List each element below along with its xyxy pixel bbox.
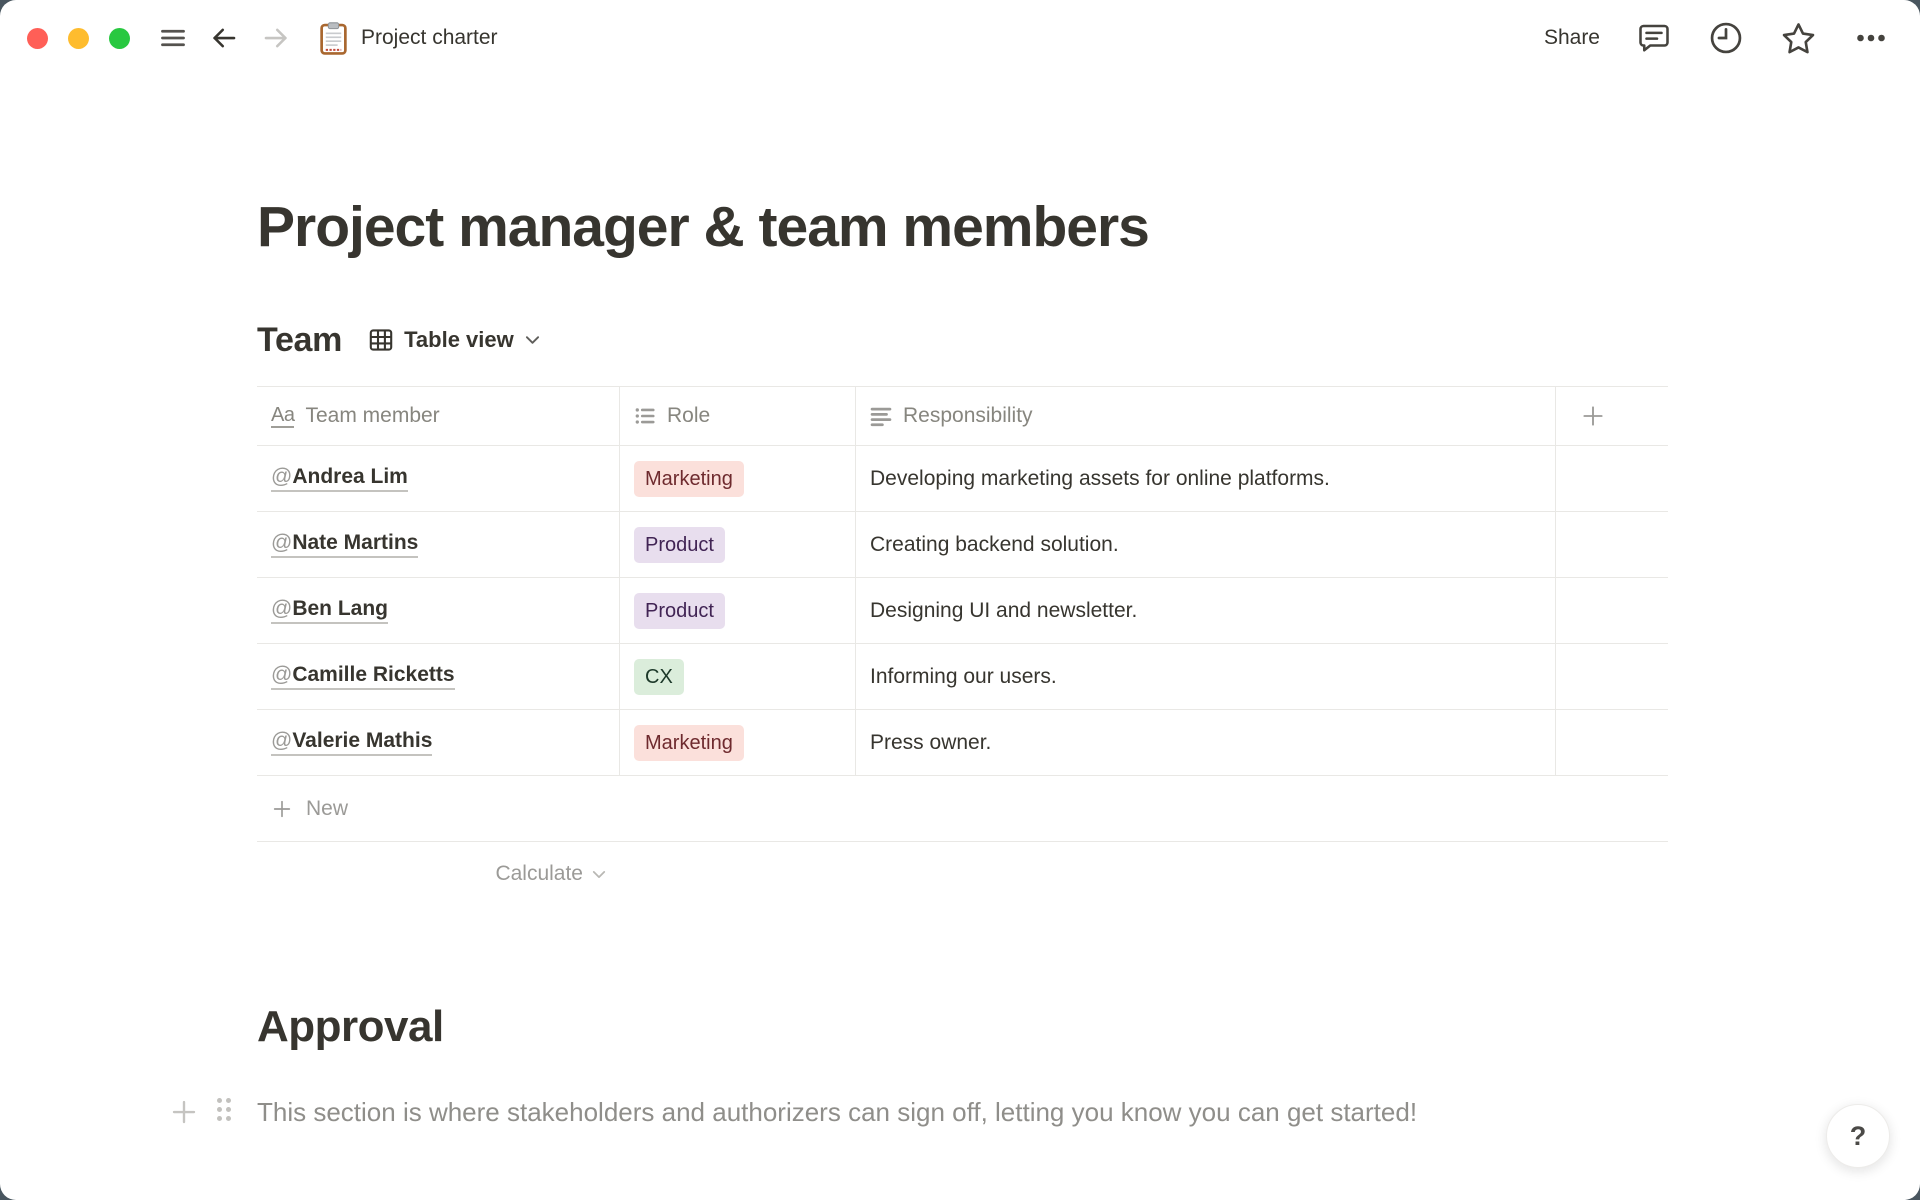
page-body: Project manager & team members Team Tabl… [172, 194, 1668, 1136]
row-spacer-cell [1556, 710, 1668, 776]
approval-paragraph-block: This section is where stakeholders and a… [172, 1088, 1668, 1136]
back-arrow-icon[interactable] [209, 23, 239, 53]
role-tag[interactable]: Marketing [634, 460, 744, 497]
hamburger-menu-icon[interactable] [159, 24, 187, 52]
notion-window: Project charter Share Project manager & … [0, 0, 1920, 1200]
table-view-label: Table view [404, 327, 514, 352]
select-property-icon [634, 405, 656, 427]
column-header-team-member[interactable]: Aa Team member [257, 386, 620, 446]
add-block-plus-icon[interactable] [169, 1097, 199, 1127]
person-mention[interactable]: @Andrea Lim [271, 465, 408, 492]
team-table: Aa Team member Role Responsibility @Andr… [257, 386, 1668, 842]
tab-table-view[interactable]: Table view [369, 327, 540, 353]
titlebar: Project charter Share [0, 0, 1920, 76]
traffic-lights [27, 27, 130, 49]
page-breadcrumb-title[interactable]: Project charter [361, 26, 498, 50]
row-spacer-cell [1556, 644, 1668, 710]
column-header-responsibility[interactable]: Responsibility [856, 386, 1556, 446]
new-row-label: New [306, 796, 349, 820]
role-tag[interactable]: CX [634, 658, 684, 695]
new-row-button[interactable]: New [257, 776, 1668, 842]
person-mention[interactable]: @Camille Ricketts [271, 663, 455, 690]
favorite-star-icon[interactable] [1780, 20, 1817, 57]
drag-handle-icon[interactable] [217, 1098, 231, 1121]
add-column-button[interactable] [1556, 386, 1668, 446]
responsibility-cell[interactable]: Press owner. [856, 710, 1556, 776]
team-member-cell[interactable]: @Ben Lang [257, 578, 620, 644]
approval-body-text[interactable]: This section is where stakeholders and a… [257, 1088, 1519, 1136]
clipboard-page-icon [320, 21, 347, 55]
role-cell[interactable]: Marketing [620, 710, 856, 776]
approval-heading[interactable]: Approval [257, 1002, 1668, 1052]
titlebar-actions: Share [1544, 20, 1889, 57]
column-header-role[interactable]: Role [620, 386, 856, 446]
plus-icon [1583, 406, 1603, 426]
chevron-down-icon [525, 335, 540, 345]
comments-icon[interactable] [1636, 20, 1672, 56]
person-mention[interactable]: @Nate Martins [271, 531, 419, 558]
database-header: Team Table view [257, 318, 1668, 362]
role-cell[interactable]: CX [620, 644, 856, 710]
role-tag[interactable]: Product [634, 592, 725, 629]
database-title[interactable]: Team [257, 321, 342, 360]
plus-icon [273, 800, 291, 817]
team-member-cell[interactable]: @Camille Ricketts [257, 644, 620, 710]
responsibility-cell[interactable]: Creating backend solution. [856, 512, 1556, 578]
column-label: Responsibility [903, 404, 1033, 427]
calculate-label: Calculate [495, 862, 583, 885]
role-cell[interactable]: Product [620, 512, 856, 578]
person-mention[interactable]: @Ben Lang [271, 597, 388, 624]
minimize-window-button[interactable] [68, 27, 89, 49]
team-member-cell[interactable]: @Andrea Lim [257, 446, 620, 512]
help-button[interactable]: ? [1826, 1104, 1890, 1168]
responsibility-cell[interactable]: Informing our users. [856, 644, 1556, 710]
table-view-icon [369, 328, 393, 352]
person-mention[interactable]: @Valerie Mathis [271, 729, 433, 756]
page-title[interactable]: Project manager & team members [257, 194, 1668, 260]
team-member-cell[interactable]: @Valerie Mathis [257, 710, 620, 776]
share-button[interactable]: Share [1544, 26, 1600, 50]
more-options-icon[interactable] [1853, 20, 1889, 56]
row-spacer-cell [1556, 446, 1668, 512]
team-member-cell[interactable]: @Nate Martins [257, 512, 620, 578]
role-cell[interactable]: Marketing [620, 446, 856, 512]
row-spacer-cell [1556, 578, 1668, 644]
column-label: Team member [305, 404, 440, 427]
role-cell[interactable]: Product [620, 578, 856, 644]
chevron-down-icon [592, 870, 606, 879]
text-property-icon [870, 405, 892, 427]
calculate-row[interactable]: Calculate [257, 842, 620, 906]
zoom-window-button[interactable] [109, 27, 130, 49]
updates-clock-icon[interactable] [1708, 20, 1744, 56]
close-window-button[interactable] [27, 27, 48, 49]
row-spacer-cell [1556, 512, 1668, 578]
responsibility-cell[interactable]: Designing UI and newsletter. [856, 578, 1556, 644]
role-tag[interactable]: Product [634, 526, 725, 563]
forward-arrow-icon[interactable] [261, 23, 291, 53]
title-property-icon: Aa [271, 403, 295, 428]
responsibility-cell[interactable]: Developing marketing assets for online p… [856, 446, 1556, 512]
column-label: Role [667, 404, 711, 427]
role-tag[interactable]: Marketing [634, 724, 744, 761]
